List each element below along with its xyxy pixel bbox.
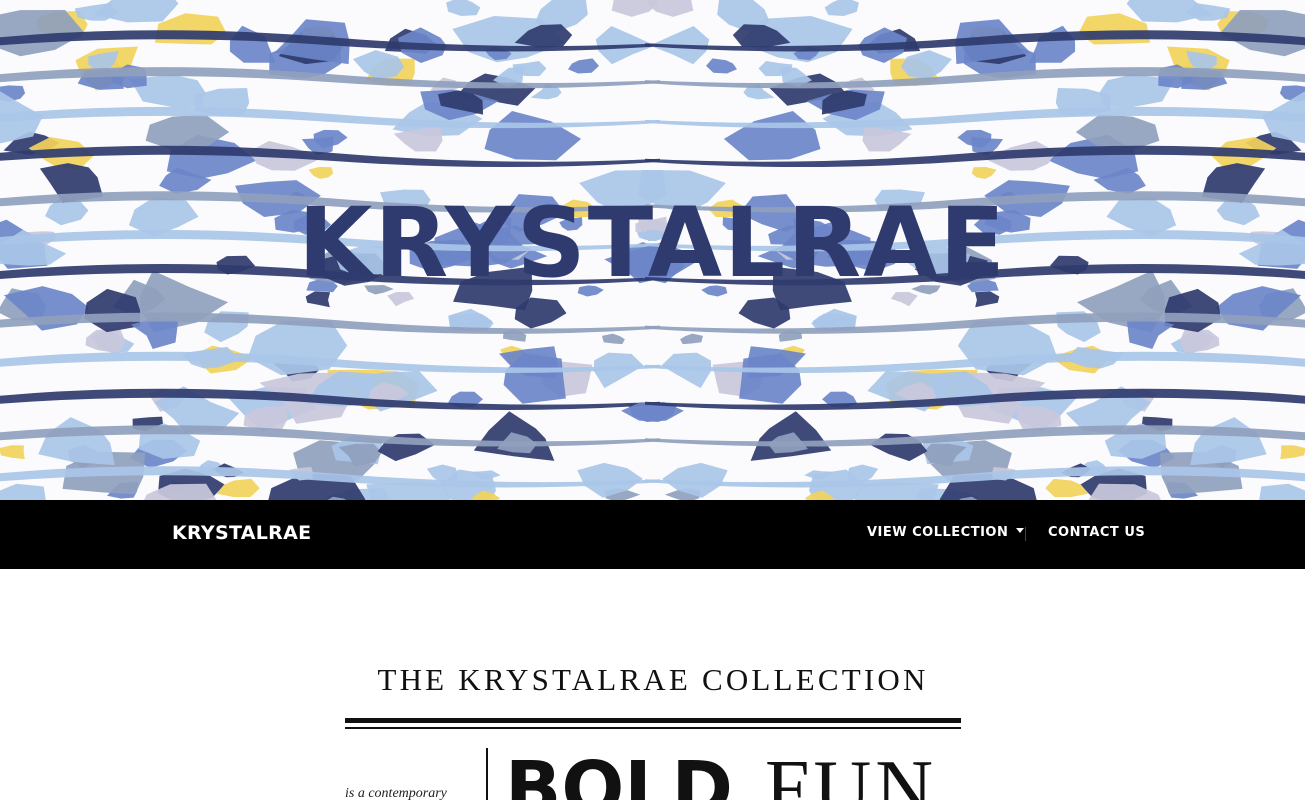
view-collection-label: VIEW COLLECTION <box>867 525 1009 540</box>
nav-divider <box>1025 527 1026 541</box>
tagline-small-text: is a contemporary <box>345 786 447 800</box>
brand-link[interactable]: KRYSTALRAE <box>172 522 311 544</box>
caret-down-icon <box>1016 528 1025 533</box>
hero-banner: KRYSTALRAE <box>0 0 1305 500</box>
collection-title: THE KRYSTALRAE COLLECTION <box>377 662 929 697</box>
title-rule-thick <box>345 718 961 723</box>
word-fun: FUN <box>765 745 938 800</box>
title-rule-thin <box>345 727 961 729</box>
contact-us-link[interactable]: CONTACT US <box>1048 525 1145 540</box>
word-bold: BOLD <box>505 746 733 800</box>
vertical-divider <box>486 748 488 800</box>
hero-title: KRYSTALRAE <box>297 187 1007 299</box>
collection-intro-image: THE KRYSTALRAE COLLECTION is a contempor… <box>345 660 961 800</box>
view-collection-dropdown[interactable]: VIEW COLLECTION <box>867 525 1025 540</box>
navbar: KRYSTALRAE VIEW COLLECTION CONTACT US <box>0 500 1305 569</box>
